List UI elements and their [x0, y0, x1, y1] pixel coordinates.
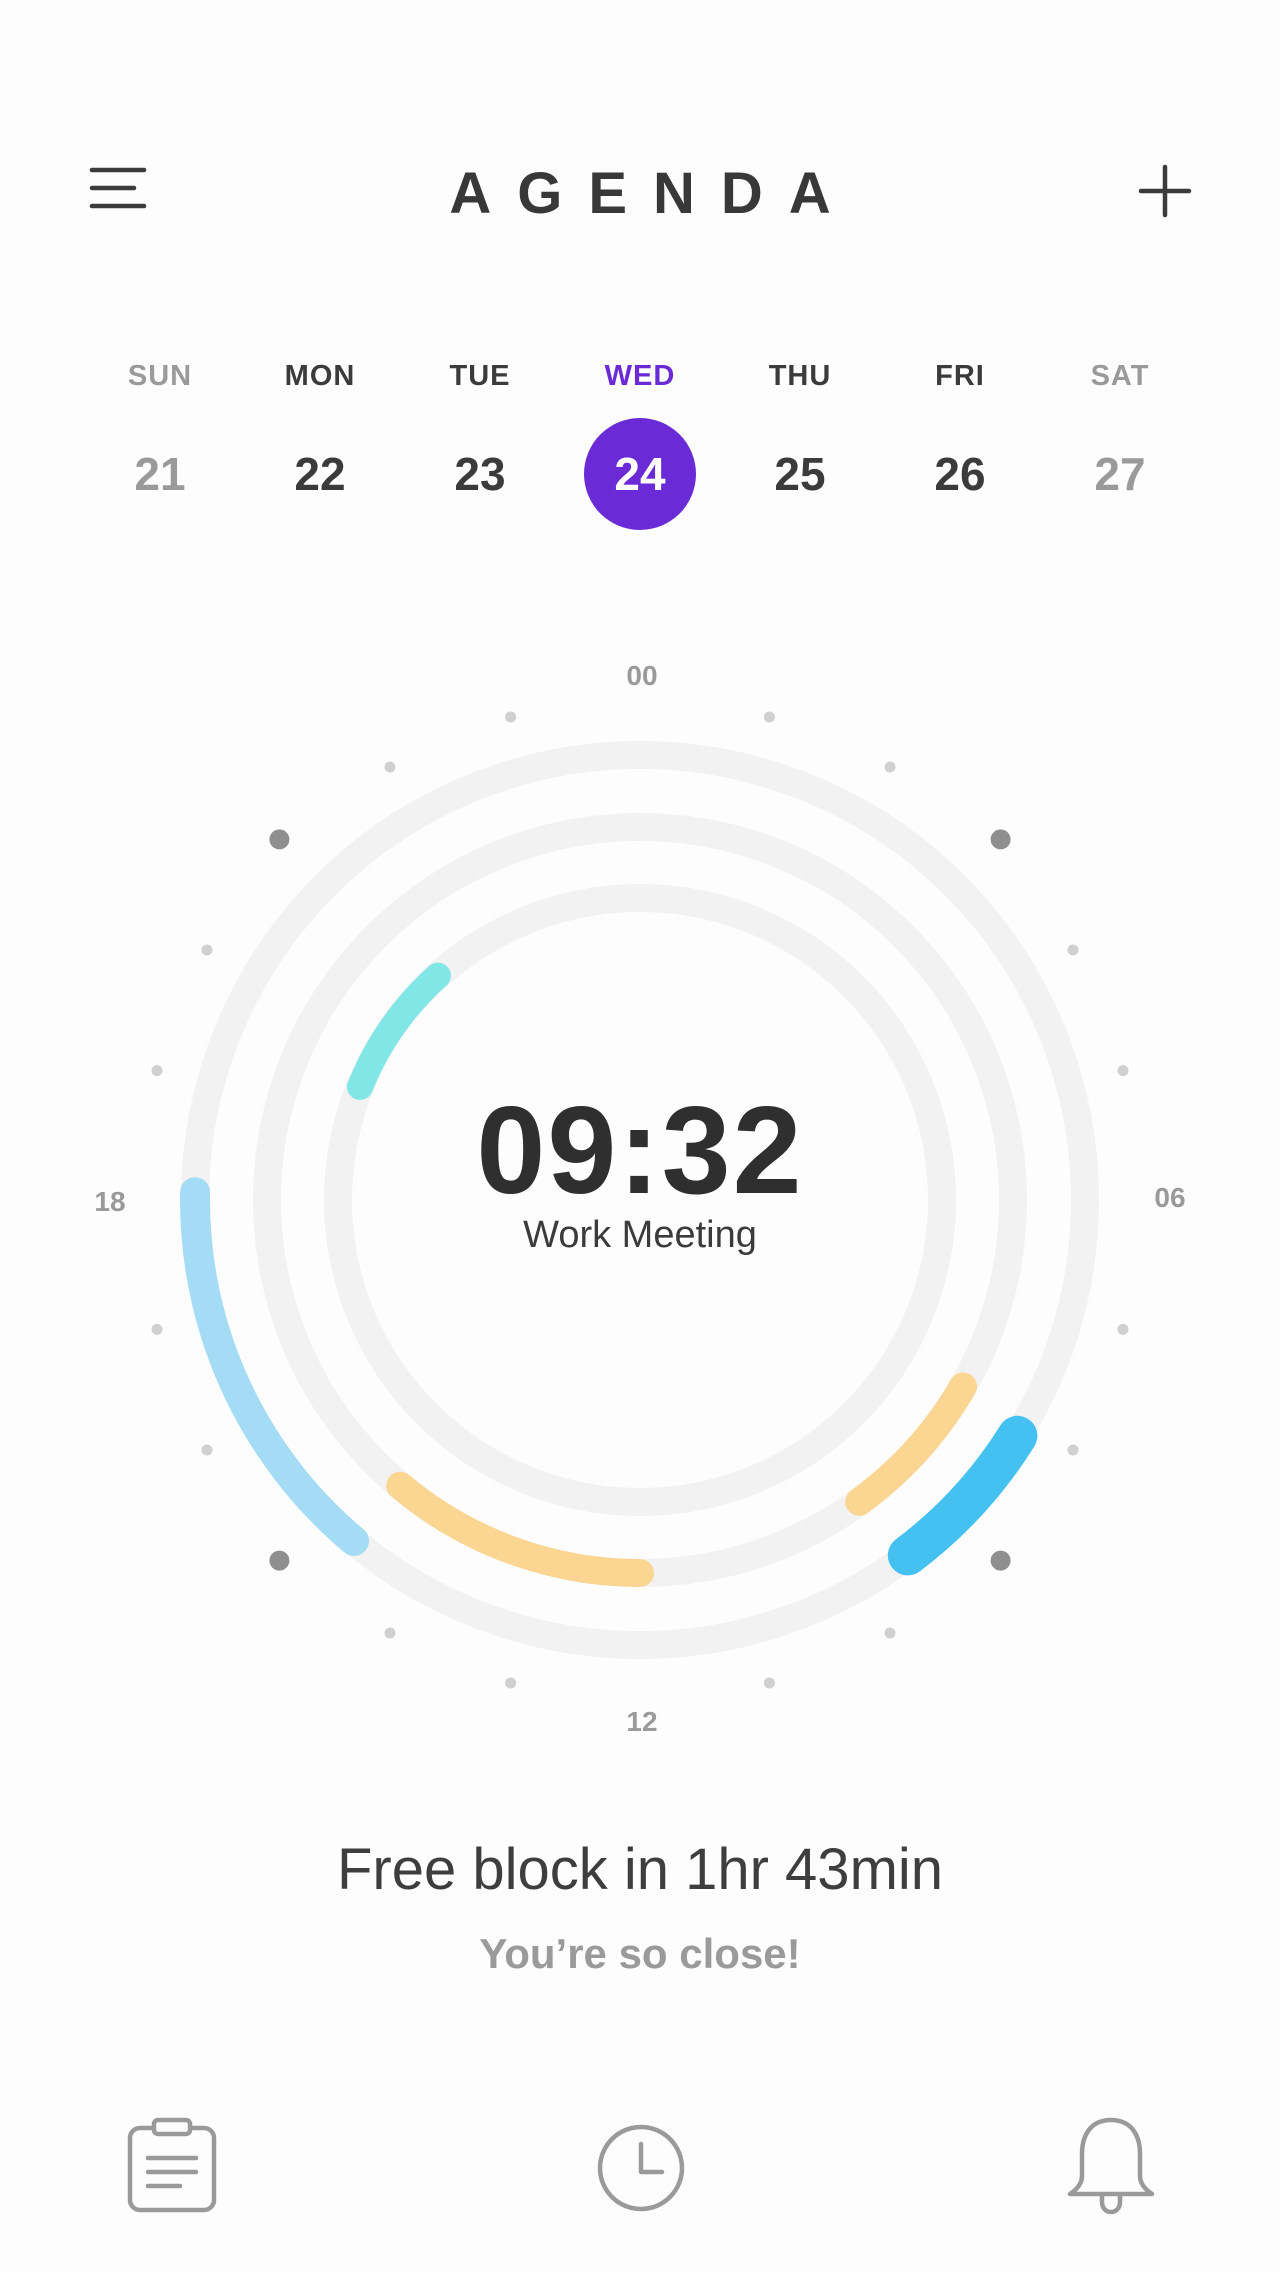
- minor-tick-dot: [201, 944, 213, 956]
- minor-tick-dot: [384, 761, 396, 773]
- minor-tick-dot: [1067, 944, 1079, 956]
- minor-tick-dot: [384, 1627, 396, 1639]
- day-name: TUE: [449, 360, 511, 392]
- day-number: 23: [454, 448, 506, 500]
- free-block-message: Free block in 1hr 43min: [336, 1837, 944, 1902]
- day-number: 21: [134, 448, 186, 500]
- day-number: 25: [774, 448, 826, 500]
- day-mon[interactable]: MON 22: [260, 360, 380, 530]
- day-fri[interactable]: FRI 26: [900, 360, 1020, 530]
- current-time: 09:32: [476, 1082, 804, 1220]
- week-strip: SUN 21 MON 22 TUE 23 WED 24 THU 25 FRI 2…: [0, 360, 1280, 540]
- day-name: SUN: [127, 360, 193, 392]
- day-number: 27: [1094, 448, 1146, 500]
- day-thu[interactable]: THU 25: [740, 360, 860, 530]
- day-sun[interactable]: SUN 21: [100, 360, 220, 530]
- bell-icon: [1067, 2117, 1155, 2215]
- day-clock: 00 06 12 18 09:32 Work Meeting: [0, 640, 1280, 1760]
- clock-icon: [597, 2124, 685, 2212]
- bottom-nav: [0, 2110, 1280, 2230]
- minor-tick-dot: [884, 761, 896, 773]
- day-name: THU: [768, 360, 832, 392]
- day-wed-selected[interactable]: WED 24: [580, 360, 700, 530]
- major-tick-dot: [269, 1550, 290, 1571]
- day-number: 24: [584, 418, 696, 530]
- minor-tick-dot: [505, 711, 517, 723]
- minor-tick-dot: [763, 1677, 775, 1689]
- minor-tick-dot: [1117, 1065, 1129, 1077]
- day-tue[interactable]: TUE 23: [420, 360, 540, 530]
- encouragement-text: You’re so close!: [479, 1930, 801, 1977]
- minor-tick-dot: [201, 1444, 213, 1456]
- day-number: 22: [294, 448, 346, 500]
- plus-icon: [1138, 164, 1192, 218]
- event-arc-teal[interactable]: [347, 962, 451, 1100]
- major-tick-dot: [990, 829, 1011, 850]
- clipboard-icon: [127, 2117, 217, 2213]
- minor-tick-dot: [763, 711, 775, 723]
- day-sat[interactable]: SAT 27: [1060, 360, 1180, 530]
- page-title: AGENDA: [449, 161, 857, 226]
- event-arcs: [180, 962, 1038, 1587]
- nav-clock-button[interactable]: [586, 2110, 696, 2220]
- add-event-button[interactable]: [1138, 164, 1192, 218]
- day-name: MON: [284, 360, 356, 392]
- day-name: SAT: [1090, 360, 1150, 392]
- nav-notifications-button[interactable]: [1056, 2110, 1166, 2220]
- nav-agenda-button[interactable]: [116, 2110, 226, 2220]
- major-tick-dot: [990, 1550, 1011, 1571]
- hour-label-00: 00: [626, 660, 658, 691]
- current-event-label: Work Meeting: [523, 1214, 757, 1256]
- minor-tick-dot: [505, 1677, 517, 1689]
- minor-tick-dot: [1117, 1323, 1129, 1335]
- hour-label-12: 12: [626, 1706, 658, 1737]
- minor-tick-dot: [1067, 1444, 1079, 1456]
- day-number: 26: [934, 448, 986, 500]
- major-tick-dot: [269, 829, 290, 850]
- minor-tick-dot: [151, 1323, 163, 1335]
- day-name: FRI: [935, 360, 985, 392]
- header: AGENDA: [0, 140, 1280, 240]
- day-name: WED: [604, 360, 676, 392]
- minor-tick-dot: [151, 1065, 163, 1077]
- minor-tick-dot: [884, 1627, 896, 1639]
